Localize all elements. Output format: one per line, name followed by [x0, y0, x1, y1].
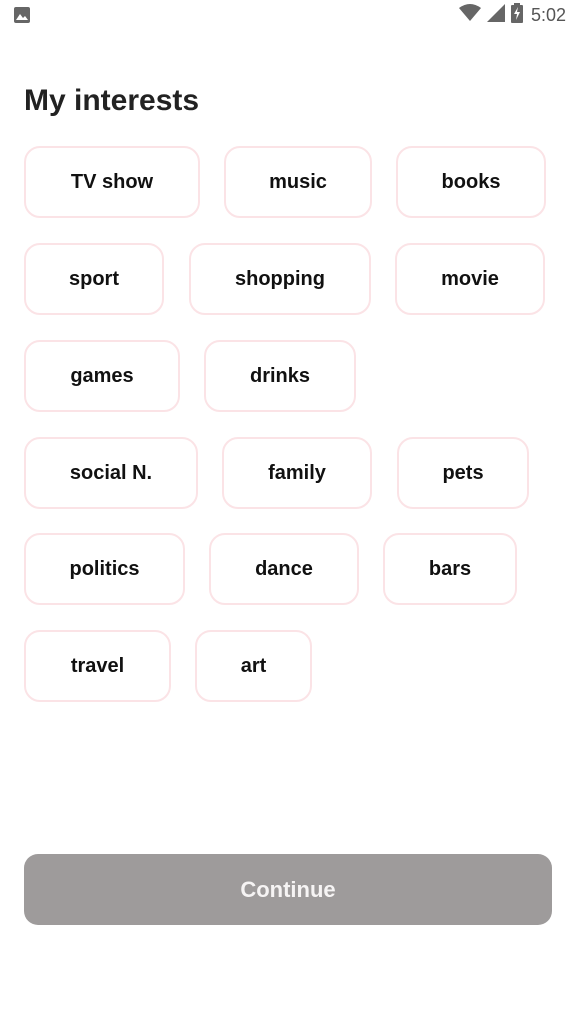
wifi-icon: [458, 3, 481, 27]
continue-button[interactable]: Continue: [24, 854, 552, 925]
interest-chip-art[interactable]: art: [195, 630, 312, 702]
interest-chip-bars[interactable]: bars: [383, 533, 517, 605]
cell-signal-icon: [486, 3, 505, 27]
page-title: My interests: [24, 84, 200, 117]
status-bar: 5:02: [0, 0, 576, 30]
interest-chip-books[interactable]: books: [396, 146, 546, 218]
interest-chip-tv-show[interactable]: TV show: [24, 146, 200, 218]
battery-charging-icon: [510, 2, 523, 28]
interest-chip-drinks[interactable]: drinks: [204, 340, 356, 412]
interest-chip-sport[interactable]: sport: [24, 243, 164, 315]
interest-chip-pets[interactable]: pets: [397, 437, 529, 509]
interest-chip-movie[interactable]: movie: [395, 243, 545, 315]
interest-chip-family[interactable]: family: [222, 437, 372, 509]
interest-chip-shopping[interactable]: shopping: [189, 243, 371, 315]
interest-chip-social-n[interactable]: social N.: [24, 437, 198, 509]
interest-chip-dance[interactable]: dance: [209, 533, 359, 605]
image-notification-icon: [14, 7, 30, 28]
status-time: 5:02: [530, 4, 566, 25]
interest-chip-politics[interactable]: politics: [24, 533, 185, 605]
interest-chip-music[interactable]: music: [224, 146, 372, 218]
interest-chip-travel[interactable]: travel: [24, 630, 171, 702]
interest-chip-games[interactable]: games: [24, 340, 180, 412]
